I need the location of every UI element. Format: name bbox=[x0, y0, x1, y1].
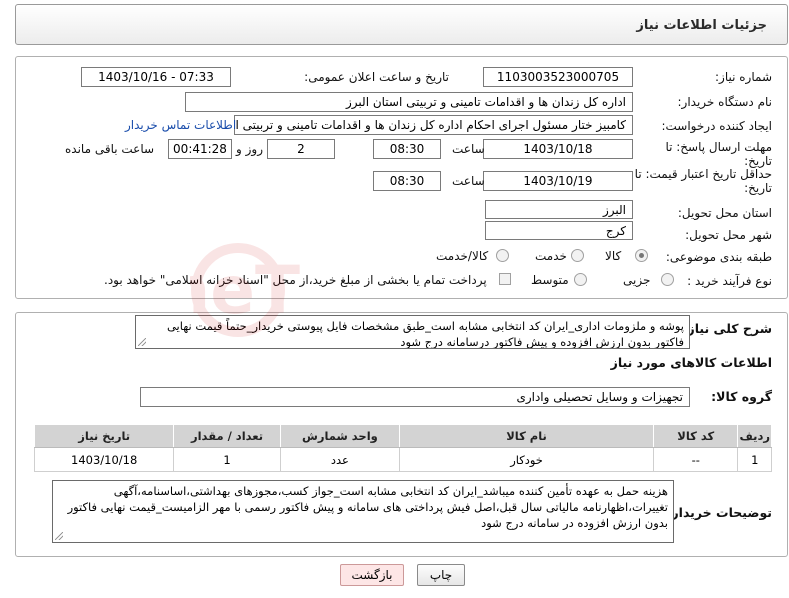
reply-deadline-label: مهلت ارسال پاسخ: تا bbox=[665, 140, 772, 154]
col-quantity: تعداد / مقدار bbox=[173, 424, 281, 448]
col-code: کد کالا bbox=[653, 424, 739, 448]
province-label: استان محل تحویل: bbox=[677, 206, 772, 220]
purchase-radio-medium[interactable] bbox=[574, 273, 587, 286]
goods-table: ردیف کد کالا نام کالا واحد شمارش تعداد /… bbox=[33, 424, 772, 472]
buyer-notes-text: هزینه حمل به عهده تأمین کننده میباشد_ایر… bbox=[67, 484, 668, 530]
col-row: ردیف bbox=[737, 424, 772, 448]
description-text: پوشه و ملزومات اداری_ایران کد انتخابی مش… bbox=[166, 319, 684, 349]
cell-code: -- bbox=[653, 447, 739, 472]
buyer-notes-label: توضیحات خریدار: bbox=[666, 505, 772, 520]
announce-datetime-field: 1403/10/16 - 07:33 bbox=[81, 67, 231, 87]
buyer-org-field: اداره کل زندان ها و اقدامات تامینی و ترب… bbox=[185, 92, 633, 112]
print-button[interactable]: چاپ bbox=[417, 564, 465, 586]
purchase-option-minor: جزیی bbox=[623, 273, 651, 287]
goods-table-header: ردیف کد کالا نام کالا واحد شمارش تعداد /… bbox=[33, 424, 772, 448]
description-textarea: پوشه و ملزومات اداری_ایران کد انتخابی مش… bbox=[135, 315, 690, 349]
category-option-goods-service: کالا/خدمت bbox=[436, 249, 489, 263]
price-validity-time-label: ساعت bbox=[452, 174, 485, 188]
col-name: نام کالا bbox=[399, 424, 655, 448]
price-validity-date-field: 1403/10/19 bbox=[483, 171, 633, 191]
reply-deadline-label-2: تاریخ: bbox=[744, 154, 772, 168]
table-row: 1 -- خودکار عدد 1 1403/10/18 bbox=[33, 447, 772, 472]
purchase-radio-minor[interactable] bbox=[661, 273, 674, 286]
price-validity-time-field: 08:30 bbox=[373, 171, 441, 191]
category-radio-goods-service[interactable] bbox=[496, 249, 509, 262]
treasury-bonds-checkbox[interactable] bbox=[499, 273, 511, 285]
reply-time-label: ساعت bbox=[452, 142, 485, 156]
city-field: کرج bbox=[485, 221, 633, 240]
col-unit: واحد شمارش bbox=[279, 424, 401, 448]
cell-unit: عدد bbox=[279, 447, 401, 472]
city-label: شهر محل تحویل: bbox=[685, 228, 772, 242]
purchase-type-label: نوع فرآیند خرید : bbox=[687, 274, 772, 288]
resize-grip-icon[interactable] bbox=[138, 338, 146, 346]
remaining-days-field: 2 bbox=[267, 139, 335, 159]
remaining-label: ساعت باقی مانده bbox=[65, 142, 155, 156]
buyer-notes-textarea: هزینه حمل به عهده تأمین کننده میباشد_ایر… bbox=[52, 480, 674, 543]
need-number-label: شماره نیاز: bbox=[715, 70, 772, 84]
page-header: جزئیات اطلاعات نیاز bbox=[15, 4, 788, 45]
cell-name: خودکار bbox=[399, 447, 655, 472]
need-number-field: 1103003523000705 bbox=[483, 67, 633, 87]
cell-date: 1403/10/18 bbox=[33, 447, 175, 472]
price-validity-label-2: تاریخ: bbox=[744, 181, 772, 195]
category-radio-service[interactable] bbox=[571, 249, 584, 262]
treasury-bonds-note: پرداخت تمام یا بخشی از مبلغ خرید،از محل … bbox=[104, 273, 487, 287]
days-label: روز و bbox=[236, 142, 263, 156]
category-option-goods: کالا bbox=[605, 249, 622, 263]
goods-section-title: اطلاعات کالاهای مورد نیاز bbox=[610, 355, 772, 370]
reply-date-field: 1403/10/18 bbox=[483, 139, 633, 159]
buyer-org-label: نام دستگاه خریدار: bbox=[677, 95, 773, 109]
col-date: تاریخ نیاز bbox=[33, 424, 175, 448]
creator-label: ایجاد کننده درخواست: bbox=[661, 119, 772, 133]
goods-group-field: تجهیزات و وسایل تحصیلی واداری bbox=[140, 387, 690, 407]
category-option-service: خدمت bbox=[535, 249, 567, 263]
remaining-time-field: 00:41:28 bbox=[168, 139, 232, 159]
description-label: شرح کلی نیاز: bbox=[682, 321, 772, 336]
creator-field: کامبیز ختار مسئول اجرای احکام اداره کل ز… bbox=[234, 115, 633, 135]
buyer-contact-link[interactable]: اطلاعات تماس خریدار bbox=[125, 118, 236, 132]
category-label: طبقه بندی موضوعی: bbox=[665, 250, 772, 264]
cell-row: 1 bbox=[737, 447, 772, 472]
announce-datetime-label: تاریخ و ساعت اعلان عمومی: bbox=[304, 70, 449, 84]
reply-time-field: 08:30 bbox=[373, 139, 441, 159]
resize-grip-icon[interactable] bbox=[55, 532, 63, 540]
page-title: جزئیات اطلاعات نیاز bbox=[636, 18, 767, 33]
price-validity-label: حداقل تاریخ اعتبار قیمت: تا bbox=[634, 167, 772, 181]
goods-group-label: گروه کالا: bbox=[711, 389, 772, 404]
back-button[interactable]: بازگشت bbox=[340, 564, 404, 586]
purchase-option-medium: متوسط bbox=[531, 273, 569, 287]
province-field: البرز bbox=[485, 200, 633, 219]
category-radio-goods[interactable] bbox=[635, 249, 648, 262]
cell-quantity: 1 bbox=[173, 447, 281, 472]
